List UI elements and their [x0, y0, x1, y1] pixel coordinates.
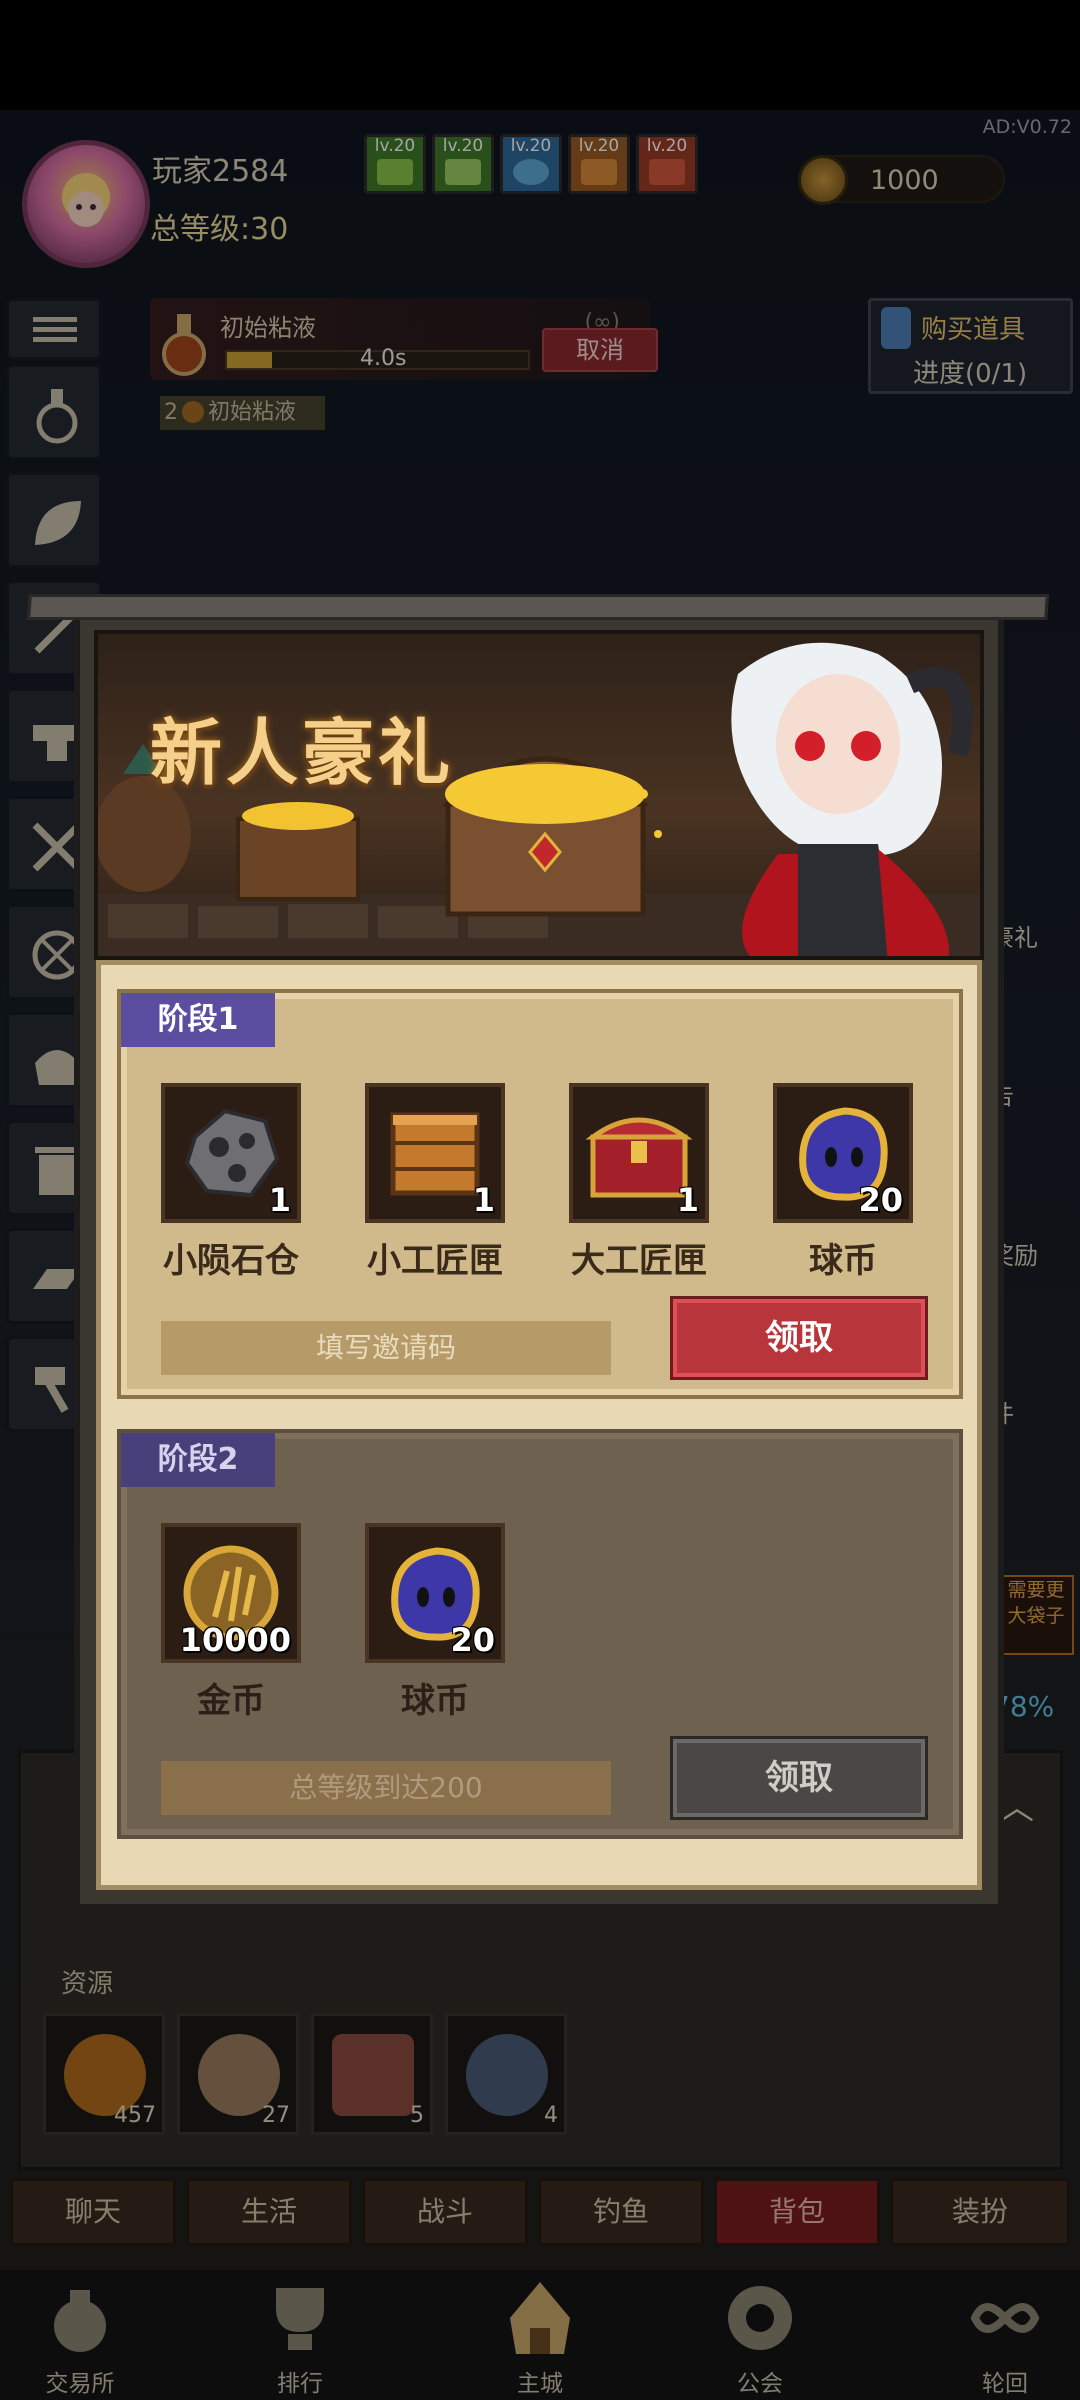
reward-slot: 1 [161, 1083, 301, 1223]
reward-qty: 1 [268, 1181, 291, 1219]
invite-code-input[interactable]: 填写邀请码 [161, 1321, 611, 1375]
dialog-title: 新人豪礼 [150, 710, 455, 795]
reward-label: 金币 [197, 1681, 265, 1721]
stage-2-card: 阶段2 10000 金币 20 球币 总等级到达200 领取 [117, 1429, 963, 1839]
reward-slot: 20 [365, 1523, 505, 1663]
demon-girl-icon [731, 642, 973, 956]
reward-qty: 20 [450, 1621, 495, 1659]
reward-qty: 10000 [179, 1621, 291, 1659]
reward-item[interactable]: 1 小陨石仓 [161, 1083, 301, 1282]
reward-qty: 20 [858, 1181, 903, 1219]
reward-slot: 1 [365, 1083, 505, 1223]
reward-slot: 1 [569, 1083, 709, 1223]
reward-label: 球币 [401, 1681, 469, 1721]
reward-label: 小工匠匣 [367, 1241, 503, 1281]
claim-button-stage-1[interactable]: 领取 [673, 1299, 925, 1377]
reward-item[interactable]: 1 大工匠匣 [569, 1083, 709, 1282]
newbie-gift-dialog: 新人豪礼 阶段1 1 小陨石仓 1 小工匠匣 1 大工匠匣 20 球币 填写邀请… [27, 594, 1049, 1910]
dialog-top-bar [27, 594, 1049, 620]
stage-2-tag: 阶段2 [121, 1433, 275, 1487]
reward-slot: 20 [773, 1083, 913, 1223]
claim-button-stage-2[interactable]: 领取 [673, 1739, 925, 1817]
reward-slot: 10000 [161, 1523, 301, 1663]
rewards-panel: 阶段1 1 小陨石仓 1 小工匠匣 1 大工匠匣 20 球币 填写邀请码 领取 … [96, 960, 982, 1890]
reward-item[interactable]: 1 小工匠匣 [365, 1083, 505, 1282]
reward-label: 大工匠匣 [571, 1241, 707, 1281]
reward-qty: 1 [472, 1181, 495, 1219]
reward-item[interactable]: 20 球币 [773, 1083, 913, 1282]
level-requirement: 总等级到达200 [161, 1761, 611, 1815]
dialog-banner: 新人豪礼 [94, 630, 984, 960]
stage-1-tag: 阶段1 [121, 993, 275, 1047]
reward-label: 球币 [809, 1241, 877, 1281]
stage-1-card: 阶段1 1 小陨石仓 1 小工匠匣 1 大工匠匣 20 球币 填写邀请码 领取 [117, 989, 963, 1399]
reward-item[interactable]: 10000 金币 [161, 1523, 301, 1722]
reward-item[interactable]: 20 球币 [365, 1523, 505, 1722]
reward-qty: 1 [676, 1181, 699, 1219]
reward-label: 小陨石仓 [163, 1241, 299, 1281]
